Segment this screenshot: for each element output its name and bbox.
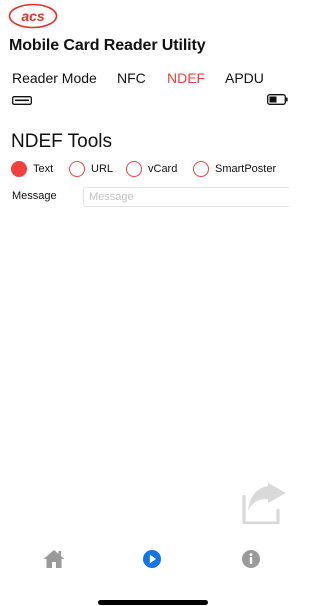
battery-icon (267, 92, 288, 105)
info-icon[interactable] (239, 547, 263, 571)
tab-reader-mode[interactable]: Reader Mode (12, 70, 97, 86)
radio-label: URL (91, 163, 114, 175)
logo-text: acs (21, 8, 45, 24)
tab-nfc[interactable]: NFC (117, 70, 146, 86)
radio-unselected-icon (126, 161, 142, 177)
radio-selected-icon (11, 161, 27, 177)
radio-unselected-icon (69, 161, 85, 177)
radio-unselected-icon (193, 161, 209, 177)
card-reader-icon (12, 92, 32, 105)
acs-logo: acs (8, 3, 58, 29)
play-icon[interactable] (140, 547, 164, 571)
radio-text[interactable]: Text (11, 161, 53, 177)
section-title: NDEF Tools (11, 131, 113, 152)
tab-ndef[interactable]: NDEF (167, 70, 205, 86)
ndef-type-group: Text URL vCard SmartPoster (11, 161, 289, 183)
app-title: Mobile Card Reader Utility (9, 37, 206, 54)
share-icon[interactable] (242, 482, 287, 525)
radio-label: vCard (148, 163, 178, 175)
radio-label: SmartPoster (215, 163, 277, 175)
message-input[interactable] (83, 187, 289, 207)
radio-url[interactable]: URL (69, 161, 113, 177)
radio-vcard[interactable]: vCard (126, 161, 177, 177)
tab-apdu[interactable]: APDU (225, 70, 264, 86)
radio-smartposter[interactable]: SmartPoster (193, 161, 276, 177)
home-icon[interactable] (42, 547, 66, 571)
home-indicator (98, 600, 208, 605)
message-label: Message (12, 190, 57, 202)
radio-label: Text (33, 163, 54, 175)
